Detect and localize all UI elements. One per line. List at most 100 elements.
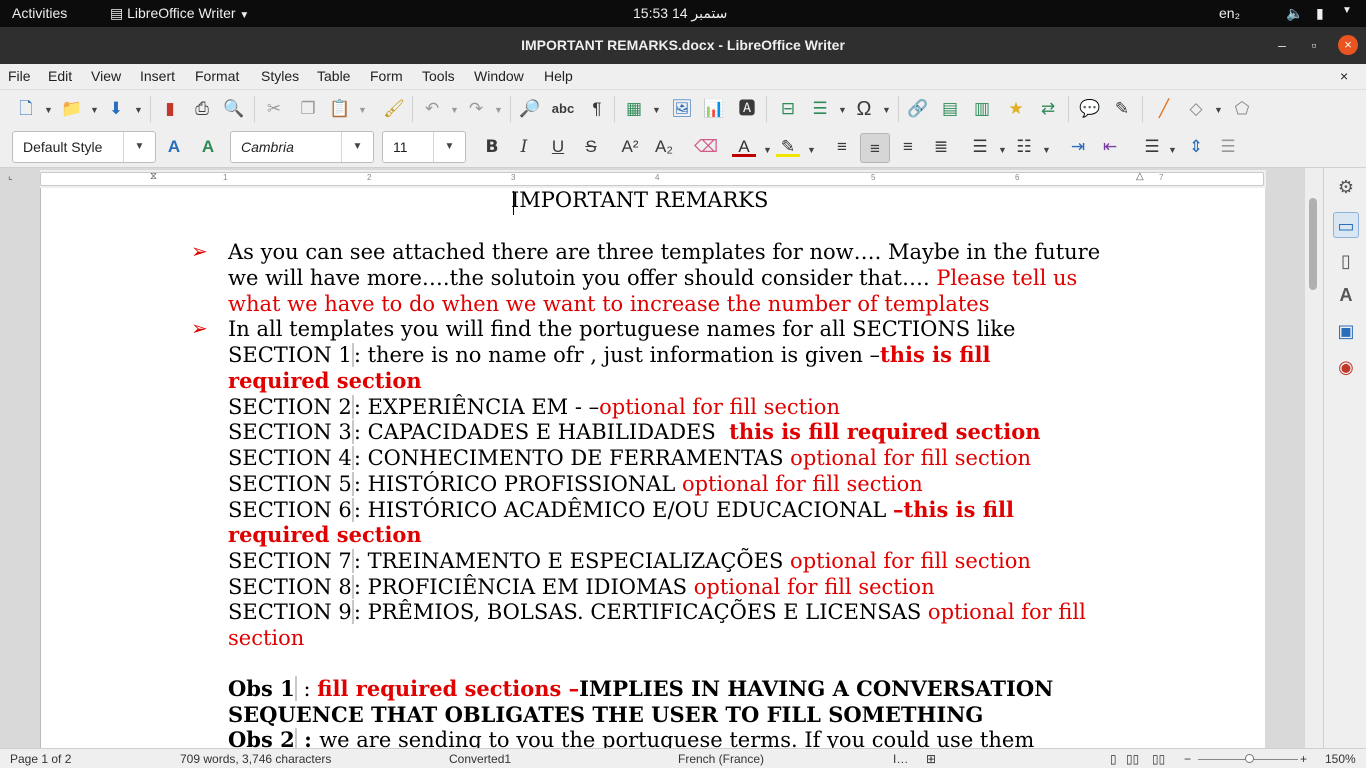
font-color-icon[interactable]: A [732,135,756,157]
special-character-icon[interactable]: Ω [852,97,876,121]
left-indent-marker[interactable]: ⧖ [150,171,157,182]
zoom-out-icon[interactable]: − [1184,752,1191,766]
battery-icon[interactable]: ▮ [1316,5,1324,22]
bookmark-icon[interactable]: ★ [1004,97,1028,121]
insert-image-icon[interactable]: 🖼 [670,97,694,121]
endnote-icon[interactable]: ▥ [970,97,994,121]
scrollbar-thumb[interactable] [1309,198,1317,290]
document-page[interactable]: IMPORTANT REMARKS ➢ As you can see attac… [40,188,1265,748]
horizontal-ruler[interactable]: 1 2 3 4 5 6 7 ⧖ △ [40,170,1266,188]
menu-help[interactable]: Help [544,68,573,84]
font-name-box[interactable]: Cambria ▼ [230,131,374,163]
special-char-dropdown-icon[interactable]: ▼ [882,105,891,115]
redo-dropdown-icon[interactable]: ▼ [494,105,503,115]
activities-button[interactable]: Activities [12,5,67,21]
sidebar-settings-icon[interactable]: ⚙ [1333,174,1359,200]
styles-icon[interactable]: A [1333,282,1359,308]
export-pdf-icon[interactable]: ▮ [158,97,182,121]
insert-field-icon[interactable]: ☰ [808,97,832,121]
insert-chart-icon[interactable]: 📊 [702,97,726,121]
hyperlink-icon[interactable]: 🔗 [906,97,930,121]
table-dropdown-icon[interactable]: ▼ [652,105,661,115]
chevron-down-icon[interactable]: ▼ [341,132,373,162]
gallery-icon[interactable]: ▣ [1333,318,1359,344]
paragraph-style-box[interactable]: Default Style ▼ [12,131,156,163]
page-count[interactable]: Page 1 of 2 [10,752,71,766]
superscript-icon[interactable]: A² [618,135,642,159]
decrease-indent-icon[interactable]: ⇤ [1098,135,1122,159]
formatting-marks-icon[interactable]: ¶ [585,97,609,121]
highlight-icon[interactable]: ✎ [776,135,800,157]
insert-mode-icon[interactable]: I… [893,752,908,766]
print-icon[interactable]: ⎙ [190,97,214,121]
find-replace-icon[interactable]: 🔎 [518,97,542,121]
cut-icon[interactable]: ✂ [262,97,286,121]
update-style-icon[interactable]: A [162,135,186,159]
menu-format[interactable]: Format [195,68,239,84]
increase-paragraph-spacing-icon[interactable]: ⇕ [1184,135,1208,159]
bold-icon[interactable]: B [480,135,504,159]
app-menu[interactable]: ▤ LibreOffice Writer ▼ [110,5,249,22]
chevron-down-icon[interactable]: ▼ [123,132,155,162]
single-page-view-icon[interactable]: ▯ [1110,752,1117,766]
spacing-dropdown-icon[interactable]: ▼ [1168,145,1177,155]
bullet-dropdown-icon[interactable]: ▼ [998,145,1007,155]
zoom-in-icon[interactable]: + [1300,752,1307,766]
undo-icon[interactable]: ↶ [420,97,444,121]
basic-shapes-icon[interactable]: ◇ [1184,97,1208,121]
chevron-down-icon[interactable]: ▼ [433,132,465,162]
close-document-button[interactable]: × [1340,68,1348,84]
menu-tools[interactable]: Tools [422,68,455,84]
font-size-box[interactable]: 11 ▼ [382,131,466,163]
menu-file[interactable]: File [8,68,31,84]
close-window-button[interactable]: × [1338,35,1358,55]
page-style[interactable]: Converted1 [449,752,511,766]
properties-icon[interactable]: ▭ [1333,212,1359,238]
paste-icon[interactable]: 📋 [328,97,352,121]
shapes-dropdown-icon[interactable]: ▼ [1214,105,1223,115]
bullet-list-icon[interactable]: ☰ [968,135,992,159]
increase-indent-icon[interactable]: ⇥ [1066,135,1090,159]
zoom-slider-thumb[interactable] [1245,754,1254,763]
field-dropdown-icon[interactable]: ▼ [838,105,847,115]
menu-window[interactable]: Window [474,68,524,84]
minimize-button[interactable]: – [1272,35,1292,55]
book-view-icon[interactable]: ▯▯ [1152,752,1165,766]
new-style-icon[interactable]: A [196,135,220,159]
highlight-dropdown-icon[interactable]: ▼ [807,145,816,155]
navigator-icon[interactable]: ◉ [1333,354,1359,380]
align-right-icon[interactable]: ≡ [896,135,920,159]
menu-styles[interactable]: Styles [261,68,299,84]
insert-line-icon[interactable]: ╱ [1152,97,1176,121]
comment-icon[interactable]: 💬 [1078,97,1102,121]
menu-form[interactable]: Form [370,68,403,84]
insert-table-icon[interactable]: ▦ [622,97,646,121]
spelling-icon[interactable]: abc [551,97,575,121]
underline-icon[interactable]: U [546,135,570,159]
tab-stop-selector-icon[interactable]: ⌞ [8,171,13,182]
system-menu-chevron-icon[interactable]: ▼ [1342,5,1352,16]
print-preview-icon[interactable]: 🔍 [222,97,246,121]
right-indent-marker[interactable]: △ [1136,171,1144,182]
undo-dropdown-icon[interactable]: ▼ [450,105,459,115]
open-folder-icon[interactable]: 📁 [60,97,84,121]
track-changes-icon[interactable]: ✎ [1110,97,1134,121]
save-icon[interactable]: ⬇ [104,97,128,121]
italic-icon[interactable]: I [512,135,536,159]
volume-icon[interactable]: 🔈 [1286,5,1303,22]
justify-icon[interactable]: ≣ [929,135,953,159]
align-center-icon[interactable]: ≡ [860,133,890,163]
cross-reference-icon[interactable]: ⇄ [1036,97,1060,121]
menu-edit[interactable]: Edit [48,68,72,84]
decrease-paragraph-spacing-icon[interactable]: ☰ [1216,135,1240,159]
paste-dropdown-icon[interactable]: ▼ [358,105,367,115]
menu-table[interactable]: Table [317,68,350,84]
strikethrough-icon[interactable]: S [579,135,603,159]
word-count[interactable]: 709 words, 3,746 characters [180,752,331,766]
clear-formatting-icon[interactable]: ⌫ [694,135,718,159]
open-dropdown-icon[interactable]: ▼ [90,105,99,115]
subscript-icon[interactable]: A₂ [652,135,676,159]
menu-insert[interactable]: Insert [140,68,175,84]
footnote-icon[interactable]: ▤ [938,97,962,121]
new-dropdown-icon[interactable]: ▼ [44,105,53,115]
